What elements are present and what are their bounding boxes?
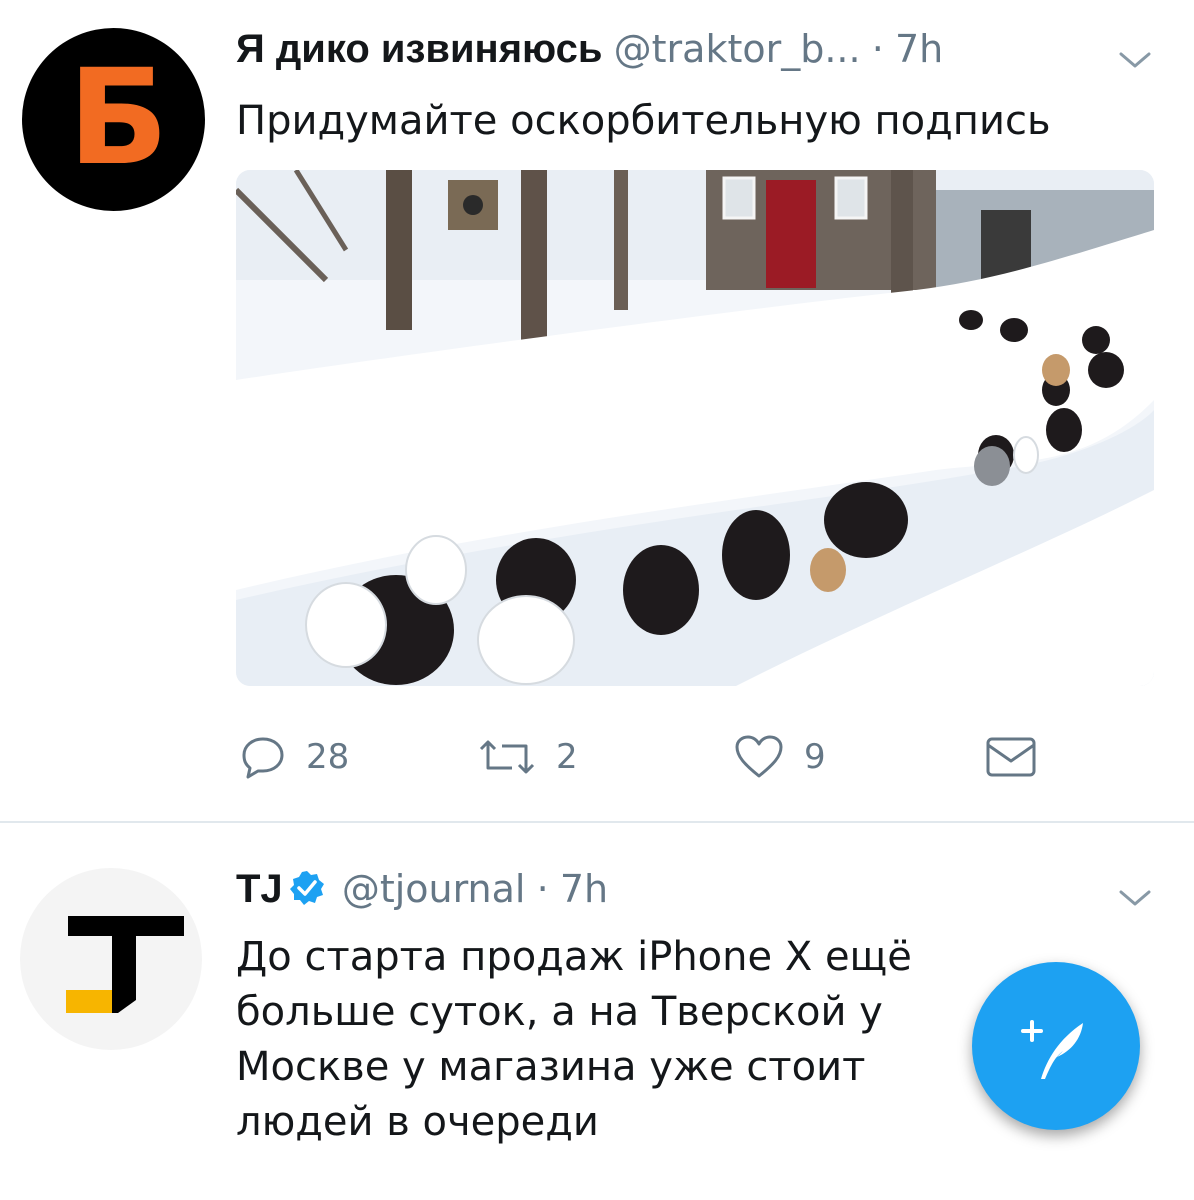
chevron-down-icon[interactable] bbox=[1115, 886, 1155, 910]
tj-logo-icon bbox=[66, 916, 184, 1013]
separator: · bbox=[871, 27, 884, 71]
tweet-1[interactable]: Б Я дико извиняюсь @traktor_b... · 7h Пр… bbox=[0, 0, 1194, 822]
display-name[interactable]: Я дико извиняюсь bbox=[236, 27, 603, 71]
timestamp[interactable]: 7h bbox=[560, 867, 608, 911]
user-handle[interactable]: @traktor_b... bbox=[614, 27, 861, 71]
direct-message-button[interactable] bbox=[985, 722, 1037, 792]
verified-badge-icon bbox=[289, 871, 324, 905]
tweet-photo[interactable] bbox=[236, 170, 1154, 686]
avatar-dot bbox=[182, 198, 196, 211]
tweet-header: Я дико извиняюсь @traktor_b... · 7h bbox=[236, 26, 943, 72]
heart-icon bbox=[735, 735, 783, 778]
separator: · bbox=[536, 867, 549, 911]
tweet-actions: 28 2 9 bbox=[0, 722, 1194, 792]
like-count: 9 bbox=[804, 737, 826, 777]
envelope-icon bbox=[986, 737, 1036, 777]
plus-feather-icon bbox=[1021, 1020, 1083, 1079]
user-handle[interactable]: @tjournal bbox=[342, 867, 526, 911]
avatar[interactable]: Б bbox=[22, 28, 205, 211]
avatar-letter: Б bbox=[68, 41, 169, 195]
reply-button[interactable]: 28 bbox=[240, 722, 349, 792]
avatar[interactable] bbox=[20, 868, 202, 1050]
retweet-button[interactable]: 2 bbox=[478, 722, 578, 792]
photo-chickens-in-snow bbox=[236, 170, 1154, 686]
tweet-header: TJ @tjournal · 7h bbox=[236, 866, 608, 912]
retweet-icon bbox=[479, 740, 535, 774]
retweet-count: 2 bbox=[556, 737, 578, 777]
tweet-text-line: До старта продаж iPhone X ещё bbox=[236, 934, 912, 980]
timestamp[interactable]: 7h bbox=[895, 27, 943, 71]
tweet-text: Придумайте оскорбительную подпись bbox=[236, 98, 1051, 144]
like-button[interactable]: 9 bbox=[734, 722, 826, 792]
chevron-down-icon[interactable] bbox=[1115, 48, 1155, 72]
reply-icon bbox=[242, 737, 284, 779]
display-name[interactable]: TJ bbox=[236, 867, 283, 911]
reply-count: 28 bbox=[306, 737, 350, 777]
compose-tweet-button[interactable] bbox=[972, 962, 1140, 1130]
